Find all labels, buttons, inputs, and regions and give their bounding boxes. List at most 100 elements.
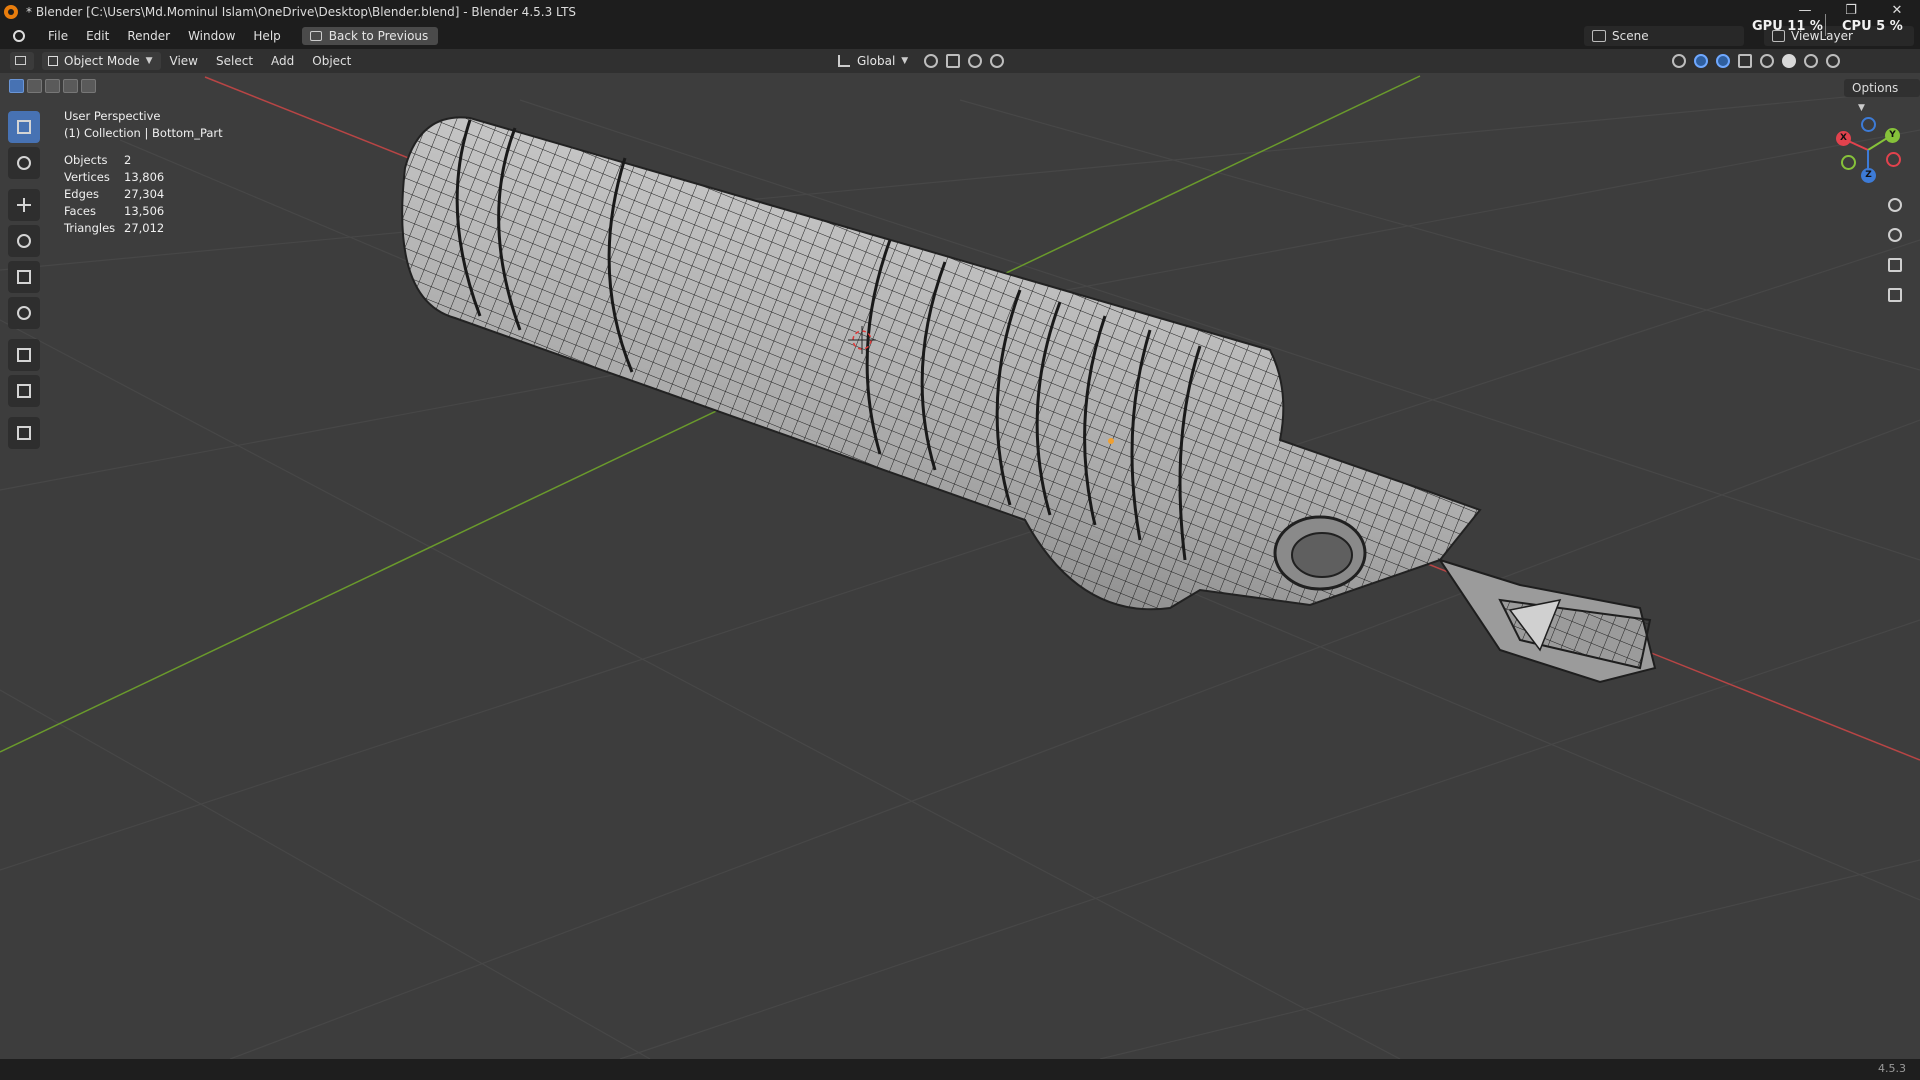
mesh-object[interactable] [401,116,1657,684]
stat-vertices: Vertices 13,806 [64,170,165,184]
menu-file[interactable]: File [39,23,77,49]
select-intersect-icon[interactable] [81,79,96,93]
select-box-icon [17,120,31,134]
move-icon [17,198,31,212]
chevron-down-icon: ▼ [901,56,909,66]
scale-icon [17,270,31,284]
blender-logo-icon [4,4,18,19]
scale-tool[interactable] [8,261,40,293]
add-cube-tool[interactable] [8,417,40,449]
transform-orientation-dropdown[interactable]: Global ▼ [838,52,908,70]
status-bar: 4.5.3 [0,1059,1920,1080]
select-box-tool[interactable] [8,111,40,143]
tool-shelf [8,111,40,453]
back-to-previous-label: Back to Previous [328,29,429,43]
proportional-edit-icon[interactable] [968,54,982,68]
overlay-toggle-icon[interactable] [1716,54,1730,68]
viewport-stats-overlay: User Perspective (1) Collection | Bottom… [64,108,223,237]
object-mode-icon [48,56,58,66]
stat-faces: Faces 13,506 [64,204,165,218]
cursor-tool[interactable] [8,147,40,179]
gizmo-z[interactable]: Z [1861,168,1876,183]
pivot-icon[interactable] [924,54,938,68]
window-titlebar: * Blender [C:\Users\Md.Mominul Islam\One… [0,0,1920,23]
annotate-tool[interactable] [8,339,40,371]
snap-icon[interactable] [946,54,960,68]
gpu-usage: GPU 11 % [1752,19,1823,34]
gizmo-toggle-icon[interactable] [1694,54,1708,68]
scene-selector[interactable]: Scene [1584,26,1744,46]
wireframe-shading-icon[interactable] [1760,54,1774,68]
rotate-icon [17,234,31,248]
camera-view-button[interactable] [1880,252,1910,278]
select-invert-icon[interactable] [63,79,78,93]
zoom-button[interactable] [1880,192,1910,218]
navigation-gizmo[interactable]: X Y Z [1832,112,1902,188]
xray-icon[interactable] [1738,54,1752,68]
object-mode-label: Object Mode [64,54,140,68]
zoom-icon [1888,198,1902,212]
3d-viewport[interactable] [0,73,1920,1059]
solid-shading-icon[interactable] [1782,54,1796,68]
object-origin [1108,438,1114,444]
scene-icon [1592,30,1606,42]
stat-triangles: Triangles 27,012 [64,221,165,235]
orientation-icon [838,55,850,67]
active-collection-label: (1) Collection | Bottom_Part [64,126,223,140]
rendered-shading-icon[interactable] [1826,54,1840,68]
window-title: * Blender [C:\Users\Md.Mominul Islam\One… [26,4,577,19]
menu-object[interactable]: Object [303,54,360,68]
perf-divider [1825,14,1826,36]
visibility-icon[interactable] [1672,54,1686,68]
menu-view[interactable]: View [161,54,207,68]
transform-tool[interactable] [8,297,40,329]
measure-tool[interactable] [8,375,40,407]
stat-edges: Edges 27,304 [64,187,165,201]
move-tool[interactable] [8,189,40,221]
camera-icon [1888,258,1902,272]
rotate-tool[interactable] [8,225,40,257]
gizmo-x[interactable]: X [1836,131,1851,146]
menu-add[interactable]: Add [262,54,303,68]
menu-edit[interactable]: Edit [77,23,118,49]
measure-ruler-icon [17,384,31,398]
select-extend-icon[interactable] [27,79,42,93]
back-to-previous-button[interactable]: Back to Previous [301,27,439,45]
gizmo-neg-z[interactable] [1861,117,1876,132]
stat-objects: Objects 2 [64,153,132,167]
gizmo-y[interactable]: Y [1885,128,1900,143]
falloff-icon[interactable] [990,54,1004,68]
snapping-controls [920,52,1008,70]
options-label: Options [1852,81,1899,95]
gizmo-neg-y[interactable] [1841,155,1856,170]
perspective-toggle-button[interactable] [1880,282,1910,308]
menu-select[interactable]: Select [207,54,262,68]
viewport-display-controls [1668,52,1844,70]
select-subtract-icon[interactable] [45,79,60,93]
hand-icon [1888,228,1902,242]
chevron-down-icon: ▼ [145,56,153,66]
transform-icon [17,306,31,320]
annotate-pencil-icon [17,348,31,362]
cursor-icon [17,156,31,170]
add-cube-icon [17,426,31,440]
orientation-label: Global [857,54,896,68]
select-new-icon[interactable] [9,79,24,93]
material-shading-icon[interactable] [1804,54,1818,68]
floor-grid [0,89,1920,1059]
gizmo-neg-x[interactable] [1886,152,1901,167]
blender-menu-icon[interactable] [11,29,27,43]
menu-window[interactable]: Window [179,23,244,49]
selection-mode-toggles [9,79,99,93]
grid-icon [1888,288,1902,302]
editor-type-icon[interactable] [10,52,34,70]
options-dropdown[interactable]: Options ▼ [1844,79,1920,113]
screen-icon [309,31,322,41]
view-perspective-label: User Perspective [64,109,161,123]
object-mode-dropdown[interactable]: Object Mode ▼ [42,52,161,70]
pan-button[interactable] [1880,222,1910,248]
menu-render[interactable]: Render [118,23,179,49]
menu-help[interactable]: Help [244,23,289,49]
version-label: 4.5.3 [1878,1062,1906,1075]
cpu-usage: CPU 5 % [1842,19,1903,34]
